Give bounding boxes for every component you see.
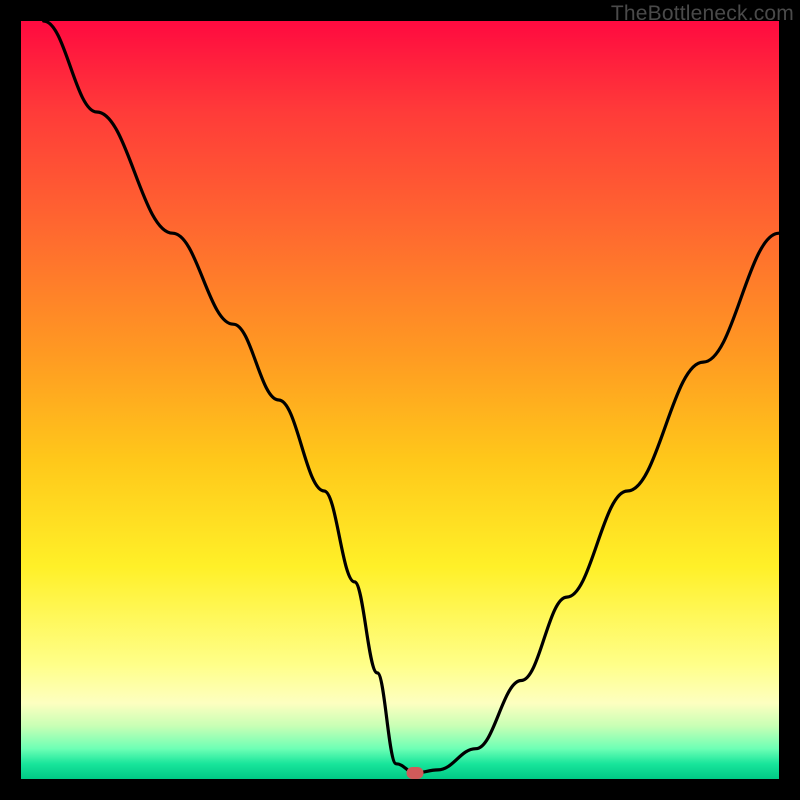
watermark-text: TheBottleneck.com (611, 2, 794, 26)
optimal-point-marker (407, 767, 424, 779)
bottleneck-curve (21, 21, 779, 779)
chart-frame: TheBottleneck.com (0, 0, 800, 800)
plot-area (21, 21, 779, 779)
